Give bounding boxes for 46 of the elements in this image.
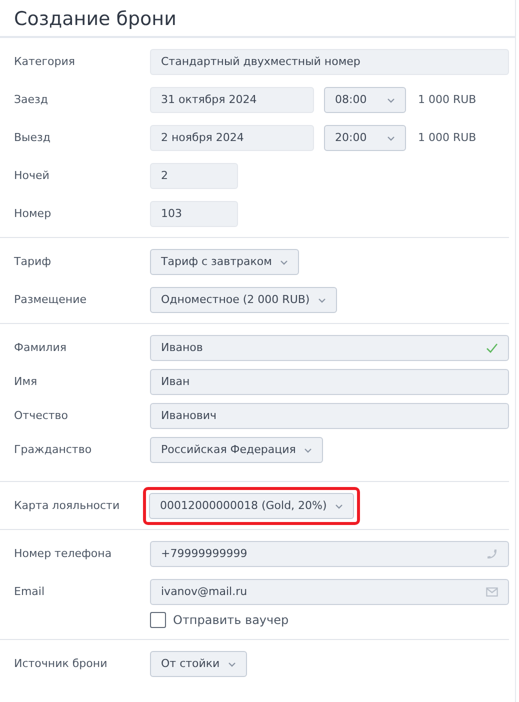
checkbox-label[interactable]: Отправить ваучер — [173, 611, 289, 629]
checkbox[interactable] — [150, 612, 166, 628]
field-label: Ночей — [14, 168, 50, 184]
field-label: Email — [14, 584, 46, 600]
field-label: Фамилия — [14, 340, 68, 356]
caret-icon — [334, 504, 343, 508]
input-field[interactable]: +79999999999 — [150, 541, 509, 567]
caret-icon — [280, 260, 288, 264]
field-label: Имя — [14, 374, 38, 390]
readonly-field: Стандартный двухместный номер — [150, 49, 509, 75]
dropdown-button[interactable]: От стойки — [150, 651, 247, 677]
input-field[interactable]: Иванович — [150, 403, 509, 429]
dropdown-button[interactable]: Российская Федерация — [150, 437, 323, 463]
readonly-field: 103 — [150, 201, 238, 227]
caret-icon — [304, 448, 312, 452]
dropdown-button[interactable]: Одноместное (2 000 RUB) — [150, 287, 337, 313]
dropdown-button[interactable]: 08:00 — [324, 87, 406, 113]
input-field[interactable]: Иванов — [150, 335, 509, 361]
field-label: Отчество — [14, 408, 70, 424]
caret-icon — [228, 662, 236, 666]
field-label: Карта лояльности — [14, 498, 121, 514]
input-field[interactable]: ivanov@mail.ru — [150, 579, 509, 605]
input-field[interactable]: Иван — [150, 369, 509, 395]
field-label: Размещение — [14, 292, 88, 308]
field-label: Источник брони — [14, 656, 108, 672]
readonly-field: 2 — [150, 163, 238, 189]
price-text: 1 000 RUB — [418, 130, 476, 146]
caret-icon — [318, 298, 326, 302]
field-label: Номер — [14, 206, 52, 222]
price-text: 1 000 RUB — [418, 92, 476, 108]
caret-icon — [387, 98, 395, 102]
field-label: Номер телефона — [14, 546, 113, 562]
field-label: Гражданство — [14, 442, 93, 458]
date-field[interactable]: 31 октября 2024 — [150, 87, 314, 113]
date-field[interactable]: 2 ноября 2024 — [150, 125, 314, 151]
page-title: Создание брони — [14, 7, 178, 32]
field-label: Категория — [14, 54, 76, 70]
field-label: Заезд — [14, 92, 50, 108]
field-label: Выезд — [14, 130, 52, 146]
dropdown-button[interactable]: 20:00 — [324, 125, 406, 151]
field-label: Тариф — [14, 254, 52, 270]
envelope-icon — [486, 586, 498, 598]
dropdown-button[interactable]: Тариф с завтраком — [150, 249, 299, 275]
phone-icon — [486, 548, 498, 560]
caret-icon — [387, 136, 395, 140]
dropdown-button[interactable]: 00012000000018 (Gold, 20%) — [149, 493, 354, 519]
